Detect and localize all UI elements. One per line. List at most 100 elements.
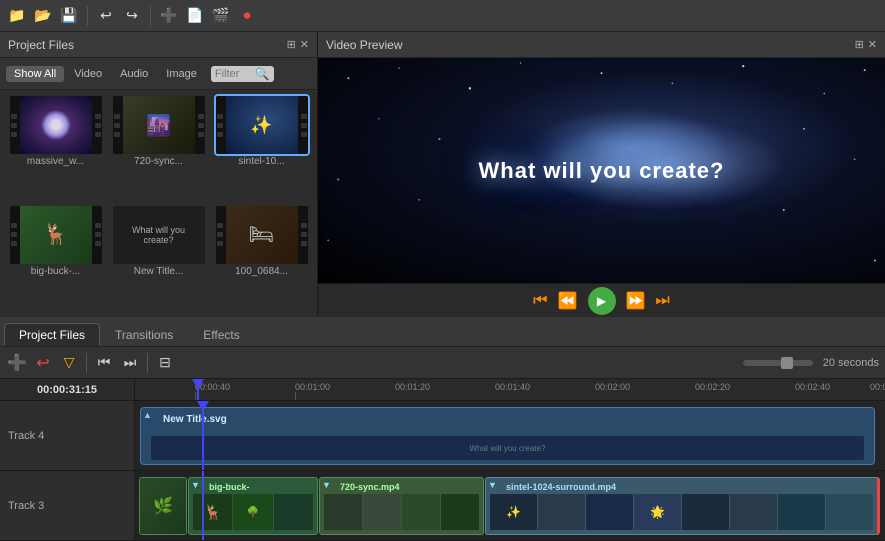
media-item-1[interactable]: massive_w... [6, 96, 105, 202]
film-hole [301, 223, 307, 228]
film-hole [198, 132, 204, 137]
film-holes-right-2 [198, 114, 204, 137]
document-icon[interactable]: 📄 [184, 5, 206, 27]
film-hole [95, 132, 101, 137]
film-hole [11, 132, 17, 137]
tab-effects[interactable]: Effects [188, 323, 254, 346]
open-icon[interactable]: 📂 [32, 5, 54, 27]
fast-forward-button[interactable]: ⏩ [626, 291, 646, 311]
add-icon[interactable]: ➕ [158, 5, 180, 27]
clip-big-buck[interactable]: ▼ big-buck- 🦌 🌳 [188, 477, 318, 535]
media-thumb-2: 🌆 [113, 96, 205, 154]
remove-button[interactable]: ↩ [32, 352, 54, 374]
jump-end-button[interactable]: ⏭ [119, 352, 141, 374]
filter-tab-video[interactable]: Video [66, 66, 110, 82]
media-label-3: sintel-10... [216, 156, 308, 167]
jump-start-button[interactable]: ⏮ [93, 352, 115, 374]
playback-controls: ⏮ ⏪ ▶ ⏩ ⏭ [318, 283, 885, 317]
media-item-5[interactable]: What will you create? New Title... [109, 206, 208, 312]
new-project-icon[interactable]: 📁 [6, 5, 28, 27]
panel-close-icon[interactable]: ✕ [300, 38, 309, 51]
filter-tab-audio[interactable]: Audio [112, 66, 156, 82]
panel-header-icons: ⊞ ✕ [287, 38, 309, 51]
film-strip-3: ✨ [216, 96, 308, 154]
media-label-1: massive_w... [10, 156, 102, 167]
clip-720-sync[interactable]: ▼ 720-sync.mp4 [319, 477, 484, 535]
track-row-3: Track 3 🌿 ▼ big-buck- 🦌 🌳 [0, 471, 885, 541]
film-hole [95, 123, 101, 128]
preview-screen: What will you create? [318, 58, 885, 283]
tl-separator-2 [147, 353, 148, 373]
film-hole [11, 123, 17, 128]
film-hole [95, 223, 101, 228]
timeline-toolbar: ➕ ↩ ▽ ⏮ ⏭ ⊟ 20 seconds [0, 347, 885, 379]
timeline-area: ➕ ↩ ▽ ⏮ ⏭ ⊟ 20 seconds 00:00:31:15 00:00… [0, 347, 885, 541]
film-holes-left-2 [114, 114, 120, 137]
tab-project-files[interactable]: Project Files [4, 323, 100, 346]
media-thumb-5: What will you create? [113, 206, 205, 264]
panel-maximize-icon[interactable]: ⊞ [287, 38, 296, 51]
track-content-3[interactable]: 🌿 ▼ big-buck- 🦌 🌳 ▼ 720-sync.mp4 [135, 471, 885, 540]
media-item-6[interactable]: 🛏 100_0684... [212, 206, 311, 312]
filter-input-wrap[interactable]: 🔍 [211, 66, 274, 82]
ruler-row: 00:00:31:15 00:00:40 00:01:00 00:01:20 0… [0, 379, 885, 401]
track-label-4: Track 4 [8, 430, 44, 442]
film-hole [217, 223, 223, 228]
preview-panel: Video Preview ⊞ ✕ [318, 32, 885, 317]
clip-preview-text: What will you create? [469, 444, 545, 453]
film-hole [114, 114, 120, 119]
filter-clear-icon[interactable]: 🔍 [255, 67, 270, 81]
tab-transitions[interactable]: Transitions [100, 323, 188, 346]
film-hole [95, 114, 101, 119]
clip-m[interactable]: 🌿 [139, 477, 187, 535]
play-button[interactable]: ▶ [588, 287, 616, 315]
film-holes-left-1 [11, 114, 17, 137]
record-icon[interactable]: ⏺ [236, 5, 258, 27]
redo-icon[interactable]: ↪ [121, 5, 143, 27]
ruler-label-300: 00:03:00 [870, 382, 885, 392]
preview-title: Video Preview [326, 38, 403, 52]
film-holes-right-1 [95, 114, 101, 137]
add-track-button[interactable]: ➕ [6, 352, 28, 374]
zoom-handle[interactable] [781, 357, 793, 369]
film-hole [11, 232, 17, 237]
ruler-label-100: 00:01:00 [295, 382, 330, 392]
preview-close-icon[interactable]: ✕ [868, 38, 877, 51]
preview-maximize-icon[interactable]: ⊞ [855, 38, 864, 51]
filter-tab-showall[interactable]: Show All [6, 66, 64, 82]
filter-input[interactable] [215, 68, 255, 80]
media-item-4[interactable]: 🦌 big-buck-... [6, 206, 105, 312]
ruler-playhead-marker [192, 379, 204, 389]
film-icon[interactable]: 🎬 [210, 5, 232, 27]
rewind-button[interactable]: ⏪ [558, 291, 578, 311]
track-header-4: Track 4 [0, 401, 135, 470]
left-panel: Project Files ⊞ ✕ Show All Video Audio I… [0, 32, 318, 317]
film-hole [95, 241, 101, 246]
clip-title-svg[interactable]: ▲ New Title.svg What will you create? [140, 407, 875, 465]
preview-header: Video Preview ⊞ ✕ [318, 32, 885, 58]
media-item-2[interactable]: 🌆 720-sync... [109, 96, 208, 202]
save-icon[interactable]: 💾 [58, 5, 80, 27]
ruler-label-140: 00:01:40 [495, 382, 530, 392]
film-hole [198, 123, 204, 128]
filter-button[interactable]: ▽ [58, 352, 80, 374]
film-hole [301, 132, 307, 137]
filter-tab-image[interactable]: Image [158, 66, 205, 82]
goto-start-button[interactable]: ⏮ [533, 292, 547, 310]
preview-text: What will you create? [479, 158, 725, 184]
film-hole [217, 232, 223, 237]
media-label-6: 100_0684... [216, 266, 308, 277]
film-hole [95, 232, 101, 237]
track-options-button[interactable]: ⊟ [154, 352, 176, 374]
goto-end-button[interactable]: ⏭ [655, 292, 669, 310]
undo-icon[interactable]: ↩ [95, 5, 117, 27]
zoom-slider[interactable] [743, 360, 813, 366]
tl-separator-1 [86, 353, 87, 373]
media-thumb-6: 🛏 [216, 206, 308, 264]
film-hole [301, 114, 307, 119]
film-strip-1 [10, 96, 102, 154]
film-holes-left-4 [11, 223, 17, 246]
track-content-4[interactable]: ▲ New Title.svg What will you create? [135, 401, 885, 470]
clip-sintel[interactable]: ▼ sintel-1024-surround.mp4 ✨ 🌟 [485, 477, 880, 535]
media-item-3[interactable]: ✨ sintel-10... [212, 96, 311, 202]
